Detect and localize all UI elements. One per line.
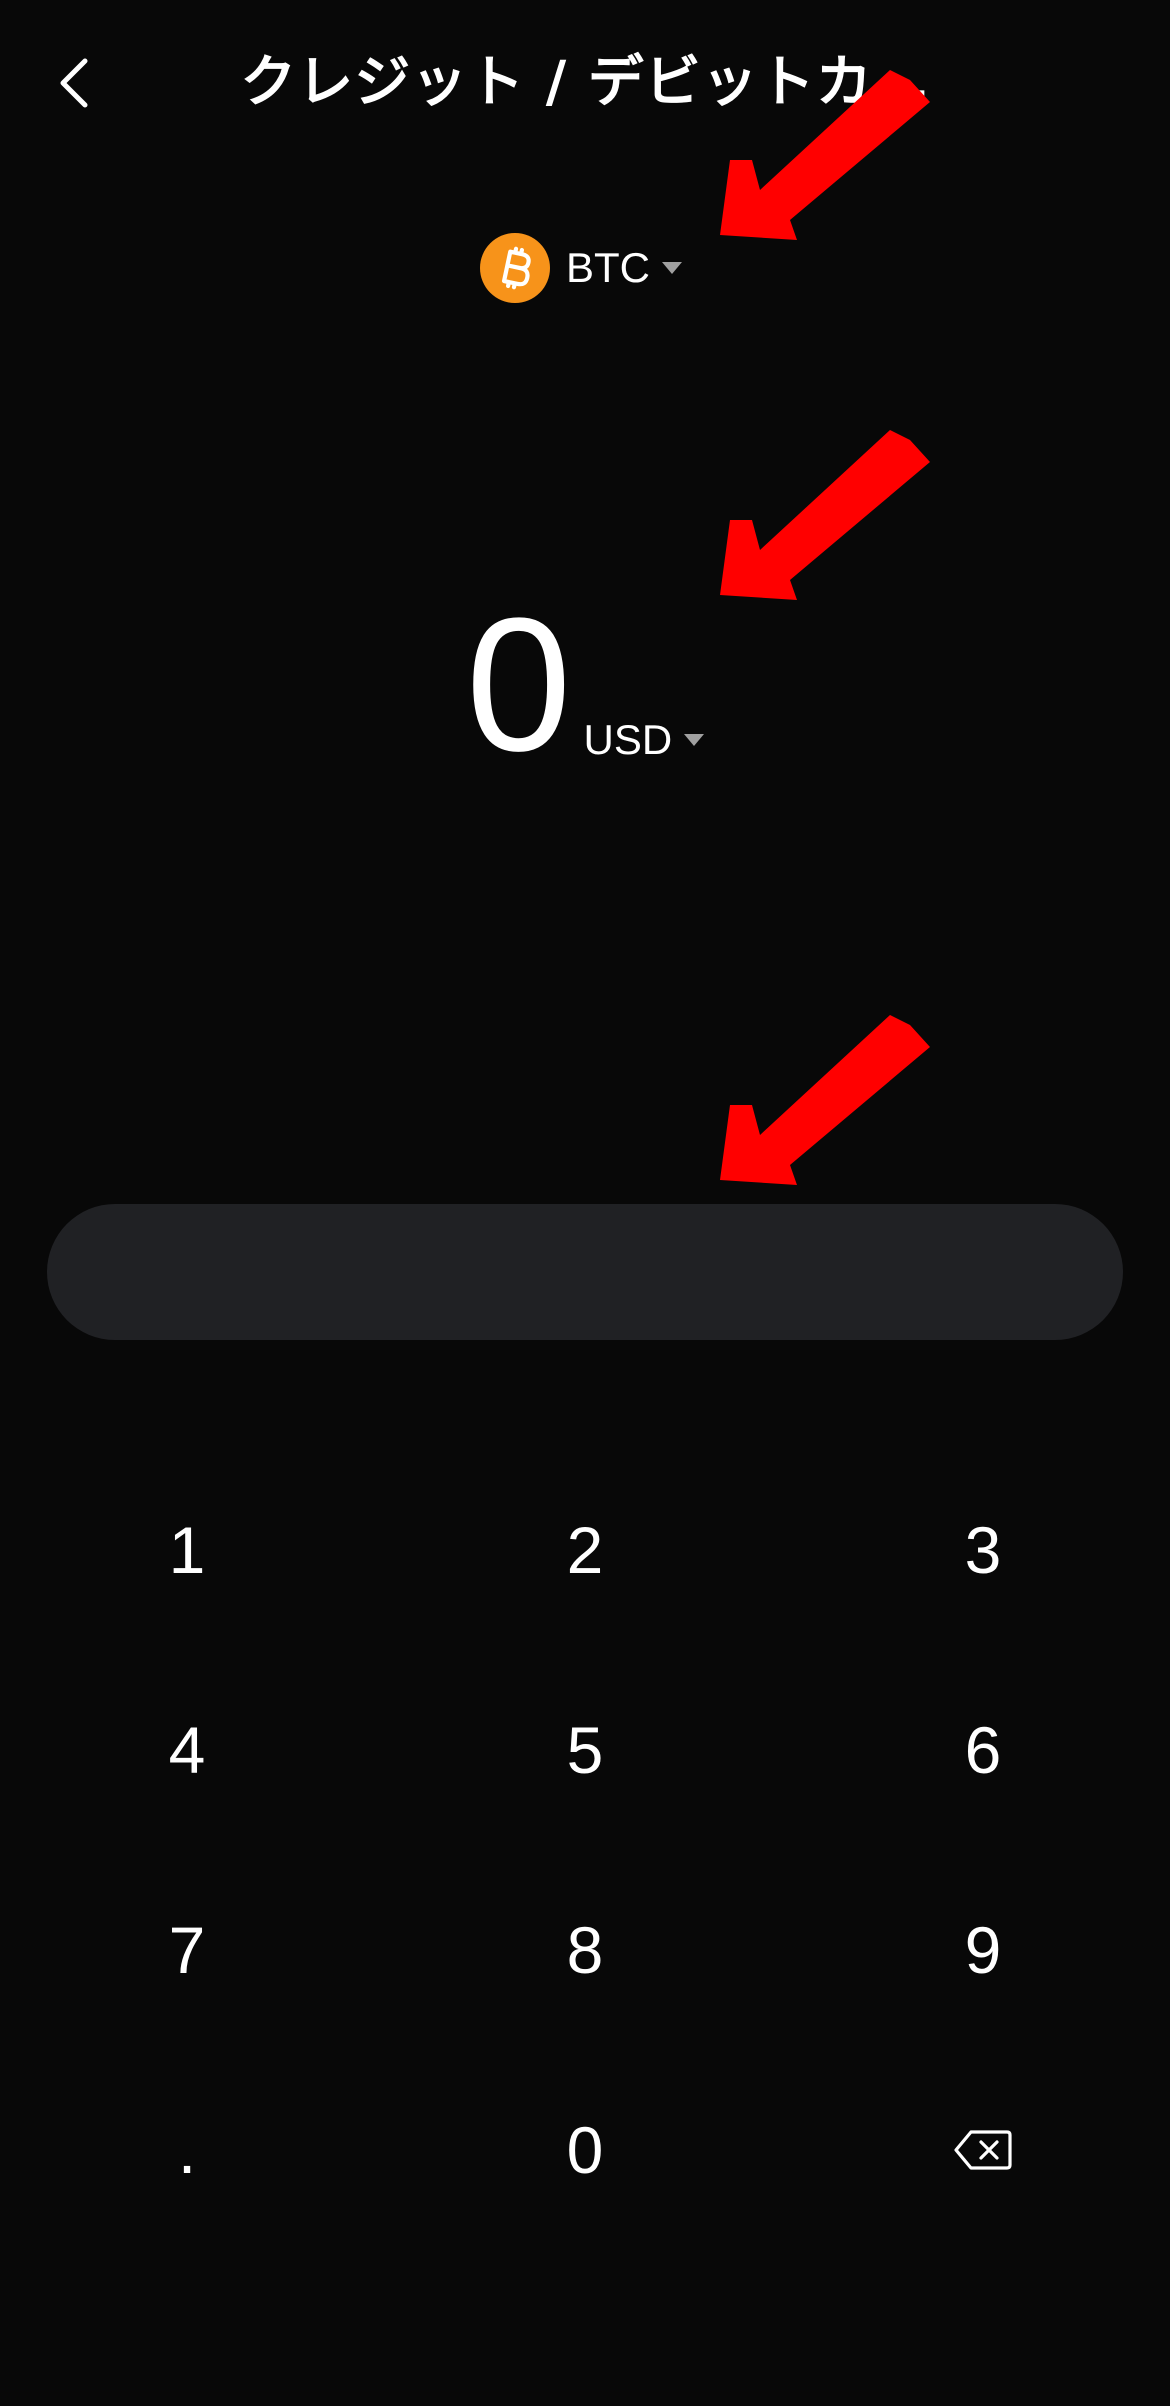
- numeric-keypad: 1 2 3 4 5 6 7 8 9 . 0: [0, 1450, 1170, 2250]
- key-3[interactable]: 3: [780, 1450, 1170, 1650]
- chevron-left-icon: [60, 58, 88, 108]
- red-arrow-icon: [720, 1015, 930, 1185]
- bitcoin-icon: [480, 233, 550, 303]
- amount-value: 0: [465, 579, 572, 791]
- asset-label: BTC: [566, 244, 650, 291]
- key-7[interactable]: 7: [0, 1850, 390, 2050]
- key-4[interactable]: 4: [0, 1650, 390, 1850]
- key-decimal[interactable]: .: [0, 2050, 390, 2250]
- caret-down-icon: [684, 734, 705, 746]
- back-button[interactable]: [40, 40, 110, 126]
- key-6[interactable]: 6: [780, 1650, 1170, 1850]
- key-5[interactable]: 5: [390, 1650, 780, 1850]
- key-8[interactable]: 8: [390, 1850, 780, 2050]
- header: クレジット / デビットカ…: [0, 0, 1170, 170]
- currency-selector[interactable]: USD: [583, 716, 705, 764]
- key-9[interactable]: 9: [780, 1850, 1170, 2050]
- asset-selector[interactable]: BTC: [480, 232, 682, 304]
- continue-button[interactable]: [47, 1204, 1123, 1340]
- red-arrow-icon: [720, 70, 930, 240]
- key-2[interactable]: 2: [390, 1450, 780, 1650]
- backspace-icon: [954, 2130, 1012, 2170]
- backspace-key[interactable]: [780, 2050, 1170, 2250]
- red-arrow-icon: [720, 430, 930, 600]
- currency-label: USD: [583, 716, 673, 763]
- key-0[interactable]: 0: [390, 2050, 780, 2250]
- caret-down-icon: [662, 262, 682, 274]
- key-1[interactable]: 1: [0, 1450, 390, 1650]
- amount-display: 0 USD: [0, 579, 1170, 791]
